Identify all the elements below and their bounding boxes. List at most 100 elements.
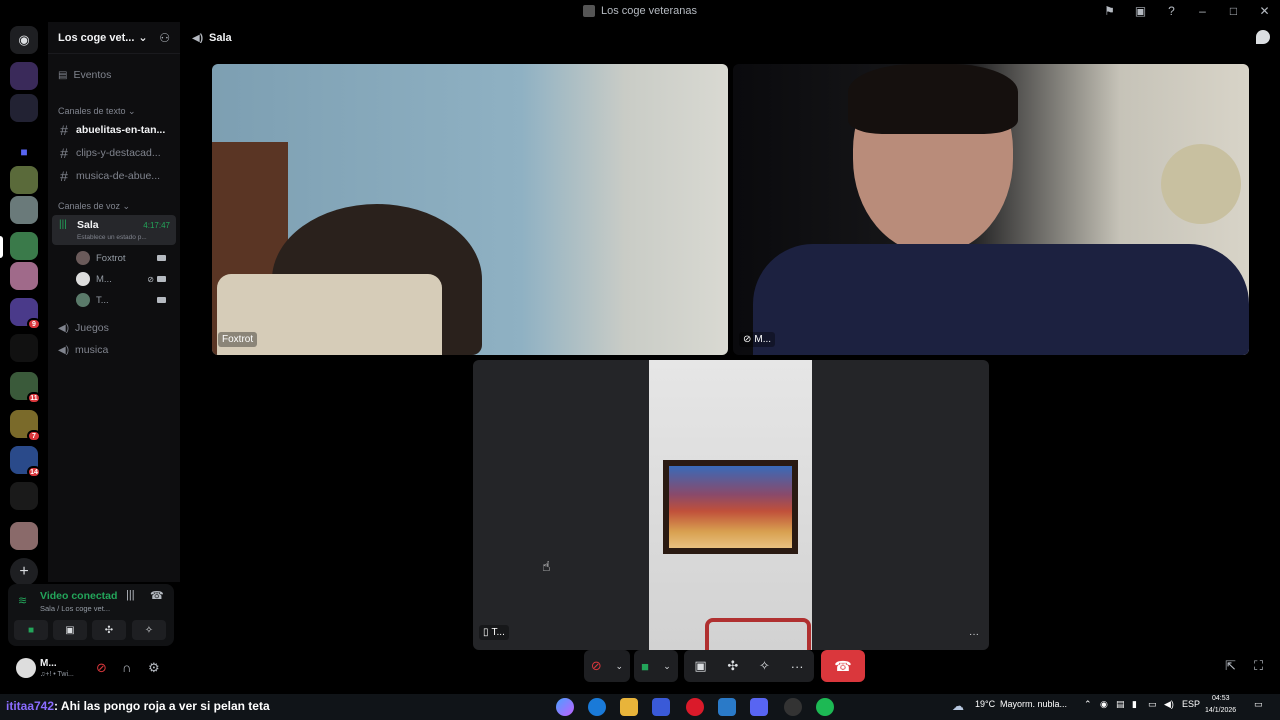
inbox-icon[interactable]: ⚑ [1094,0,1125,22]
server-header[interactable]: Los coge vet... ⌄ ⚇ [48,22,180,54]
voice-connected-panel: ≋ Video conectad Sala / Los coge vet... … [8,584,174,646]
soundboard-icon[interactable]: ✧ [759,658,770,674]
activities-button[interactable]: ✣ [92,620,126,640]
minimize-button[interactable]: – [1187,0,1218,22]
mic-control[interactable]: ⊘ ⌄ [584,650,630,682]
camera-control[interactable]: ■ ⌄ [634,650,678,682]
gear-icon[interactable]: ⚙ [148,660,160,676]
voice-channel-sala[interactable]: ||| Sala 4:17:47 Establece un estado p..… [52,215,176,245]
camera-button[interactable]: ■ [14,620,48,640]
avatar [76,272,90,286]
edge-icon[interactable] [588,698,606,716]
add-member-icon[interactable]: ⚇ [159,31,170,45]
tile-more-button[interactable]: ··· [969,629,979,640]
tray-app-icon[interactable]: ◉ [1100,699,1108,710]
set-status-prompt[interactable]: Establece un estado p... [77,234,147,241]
spotify-icon[interactable] [816,698,834,716]
maximize-button[interactable]: □ [1218,0,1249,22]
category-text-channels[interactable]: Canales de texto ⌄ [58,106,136,117]
notifications-icon[interactable]: ▭ [1254,699,1263,710]
chevron-down-icon[interactable]: ⌄ [663,661,671,672]
server-icon-1[interactable] [10,166,38,194]
channel-item-musica-de-abue[interactable]: # musica-de-abue... [52,166,176,186]
voice-connected-location[interactable]: Sala / Los coge vet... [40,604,110,613]
unread-badge: 9 [27,318,41,330]
camera-icon[interactable]: ■ [641,659,649,674]
clock-time[interactable]: 04:53 [1212,695,1230,702]
obs-icon[interactable] [784,698,802,716]
channel-item-abuelitas[interactable]: # abuelitas-en-tan... [52,120,176,140]
disconnect-icon[interactable]: ☎ [150,589,164,602]
server-icon-6[interactable] [10,334,38,362]
server-icon-folder[interactable] [10,94,38,122]
soundboard-icon: ✧ [144,624,154,636]
server-icon-csgo-skins[interactable] [10,62,38,90]
voice-channel-juegos[interactable]: ◀) Juegos [52,319,176,337]
mic-muted-icon[interactable]: ⊘ [96,660,107,676]
voice-user[interactable]: T... [76,291,172,309]
video-tile[interactable]: ▯ T... ··· [473,360,989,650]
store-icon[interactable] [652,698,670,716]
clock-date[interactable]: 14/1/2026 [1205,707,1236,714]
monitor-icon[interactable]: ▣ [1125,0,1156,22]
camera-icon [157,276,166,282]
weather-desc[interactable]: Mayorm. nubla... [1000,699,1067,709]
screen-share-icon[interactable]: ▣ [694,658,706,674]
opera-icon[interactable] [686,698,704,716]
disconnect-button[interactable]: ☎ [821,650,865,682]
volume-icon[interactable]: ◀) [1164,699,1174,710]
screen-share-button[interactable]: ▣ [53,620,87,640]
voice-user[interactable]: Foxtrot [76,249,172,267]
video-tile[interactable]: ⊘ M... [733,64,1249,355]
channel-item-clips[interactable]: # clips-y-destacad... [52,143,176,163]
soundboard-button[interactable]: ✧ [132,620,166,640]
avatar[interactable] [16,658,36,678]
server-icon-3[interactable] [10,232,38,260]
microphone-icon[interactable]: ▮ [1132,699,1137,710]
noise-suppression-icon[interactable]: ||| [126,589,135,601]
server-icon-4[interactable] [10,262,38,290]
tray-chevron-icon[interactable]: ⌃ [1084,699,1092,710]
close-button[interactable]: ✕ [1249,0,1280,22]
server-icon-11[interactable] [10,522,38,550]
category-voice-channels[interactable]: Canales de voz ⌄ [58,201,130,212]
weather-cloud-icon: ☁ [952,699,964,713]
mic-muted-icon[interactable]: ⊘ [591,658,602,674]
activities-icon[interactable]: ✣ [727,658,738,674]
voice-active-icon: ||| [59,219,67,230]
mic-muted-icon: ⊘ [147,274,154,284]
window-title: Los coge veteranas [582,5,697,17]
events-item[interactable]: ▤ Eventos [52,66,176,84]
voice-timer: 4:17:47 [143,221,170,230]
help-icon[interactable]: ? [1156,0,1187,22]
copilot-icon[interactable] [556,698,574,716]
voice-user[interactable]: M... ⊘ [76,270,172,288]
language-indicator[interactable]: ESP [1182,699,1200,709]
popout-icon[interactable]: ⇱ [1225,658,1236,674]
chevron-down-icon[interactable]: ⌄ [616,661,624,672]
voice-connected-status[interactable]: Video conectad [40,590,117,602]
fullscreen-icon[interactable]: ⛶ [1254,658,1263,674]
activities-icon: ✣ [104,624,114,636]
server-icon-10[interactable] [10,482,38,510]
folder-icon[interactable]: ■ [10,138,38,166]
mic-muted-icon: ⊘ [743,334,752,345]
more-options-icon[interactable]: ··· [791,659,804,674]
file-explorer-icon[interactable] [620,698,638,716]
weather-temp[interactable]: 19°C [975,699,995,709]
speaker-icon: ◀) [58,344,70,356]
discord-icon[interactable] [750,698,768,716]
chat-icon[interactable] [1256,30,1270,44]
tray-app-icon[interactable]: ▤ [1116,699,1125,710]
chat-nick: ititaa742 [6,699,55,713]
add-server-icon[interactable]: + [10,558,38,586]
chat-message: : Ahi las pongo roja a ver si pelan teta [54,699,270,713]
video-tile[interactable]: Foxtrot [212,64,728,355]
network-icon[interactable]: ▭ [1148,699,1157,710]
discord-home-icon[interactable]: ◉ [10,26,38,54]
voice-channel-musica[interactable]: ◀) musica [52,341,176,359]
outlook-icon[interactable] [718,698,736,716]
server-icon-2[interactable] [10,196,38,224]
headphones-icon[interactable]: ∩ [122,660,131,675]
camera-icon: ■ [27,624,35,636]
